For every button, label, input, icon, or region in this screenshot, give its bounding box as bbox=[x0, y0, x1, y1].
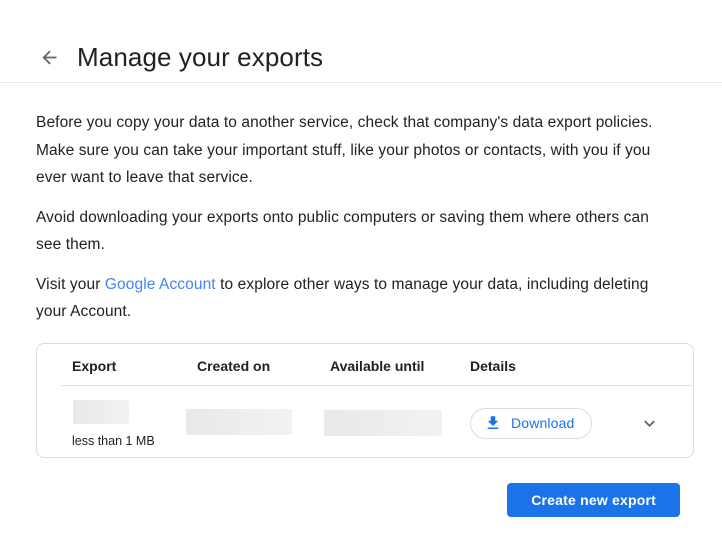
download-button-label: Download bbox=[511, 415, 574, 431]
page-title: Manage your exports bbox=[77, 42, 323, 72]
download-icon bbox=[484, 414, 502, 432]
intro-paragraph-3: Visit your Google Account to explore oth… bbox=[36, 271, 694, 326]
page-header: Manage your exports bbox=[0, 0, 722, 83]
google-account-link[interactable]: Google Account bbox=[105, 276, 216, 293]
expand-row-button[interactable] bbox=[638, 412, 660, 434]
cell-created-on bbox=[197, 399, 330, 435]
intro-paragraph-3-line-2: your Account. bbox=[36, 298, 694, 326]
create-new-export-button[interactable]: Create new export bbox=[507, 483, 680, 517]
column-header-created-on: Created on bbox=[197, 357, 330, 375]
table-header-row: Export Created on Available until Detail… bbox=[37, 344, 693, 385]
intro-paragraph-2-line-2: see them. bbox=[36, 231, 694, 259]
cell-details: Download bbox=[470, 408, 693, 439]
page-header-inner: Manage your exports bbox=[38, 42, 323, 72]
intro-paragraph-1-line-2: Make sure you can take your important st… bbox=[36, 137, 694, 165]
cell-available-until bbox=[330, 399, 470, 436]
cell-export: less than 1 MB bbox=[72, 399, 197, 449]
manage-exports-page: Manage your exports Before you copy your… bbox=[0, 0, 722, 517]
created-on-redacted bbox=[186, 409, 292, 435]
column-header-export: Export bbox=[72, 357, 197, 375]
intro-paragraph-2: Avoid downloading your exports onto publ… bbox=[36, 204, 694, 259]
intro-paragraph-1-line-1: Before you copy your data to another ser… bbox=[36, 109, 694, 137]
chevron-down-icon bbox=[639, 413, 660, 434]
intro-paragraph-1-line-3: ever want to leave that service. bbox=[36, 164, 694, 192]
table-row: less than 1 MB Download bbox=[37, 386, 693, 457]
page-content: Before you copy your data to another ser… bbox=[0, 83, 722, 517]
intro-paragraph-1: Before you copy your data to another ser… bbox=[36, 109, 694, 192]
available-until-redacted bbox=[324, 410, 442, 436]
download-button[interactable]: Download bbox=[470, 408, 592, 439]
column-header-available-until: Available until bbox=[330, 357, 470, 375]
intro-paragraph-3-line-1: Visit your Google Account to explore oth… bbox=[36, 271, 694, 299]
back-button[interactable] bbox=[38, 46, 60, 68]
intro-paragraph-3-prefix: Visit your bbox=[36, 276, 105, 293]
intro-paragraph-3-suffix: to explore other ways to manage your dat… bbox=[216, 276, 649, 293]
arrow-left-icon bbox=[39, 47, 60, 68]
bottom-actions: Create new export bbox=[36, 483, 694, 517]
column-header-details: Details bbox=[470, 357, 693, 375]
export-size-label: less than 1 MB bbox=[72, 433, 197, 449]
exports-table-card: Export Created on Available until Detail… bbox=[36, 343, 694, 458]
export-name-redacted bbox=[73, 400, 129, 424]
intro-paragraph-2-line-1: Avoid downloading your exports onto publ… bbox=[36, 204, 694, 232]
